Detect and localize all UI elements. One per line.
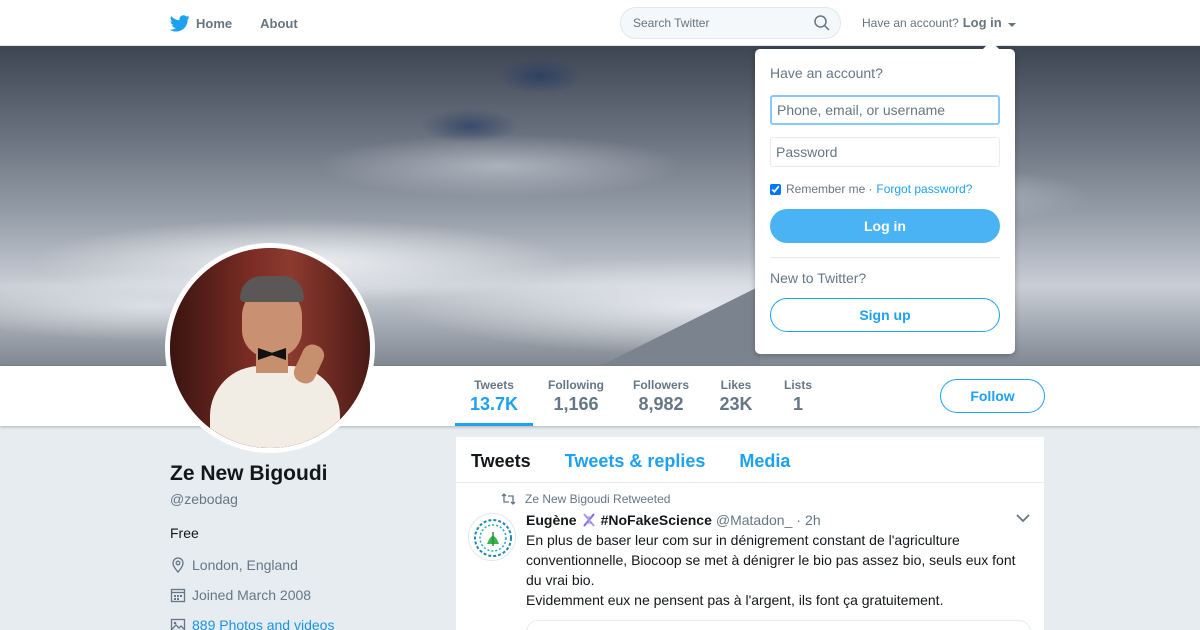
profile-handle[interactable]: @zebodag <box>170 491 440 507</box>
search-box <box>620 7 841 39</box>
login-button[interactable]: Log in <box>770 209 1000 243</box>
stat-tweets-value: 13.7K <box>469 394 519 414</box>
nav-about-label: About <box>260 15 298 31</box>
remember-me-label[interactable]: Remember me <box>786 182 865 196</box>
caret-down-icon <box>1008 23 1017 27</box>
calendar-icon <box>170 588 186 603</box>
dna-logo-icon <box>474 519 512 557</box>
tweet-text: En plus de baser leur com sur in dénigre… <box>526 530 1031 610</box>
stat-followers-label: Followers <box>632 378 689 392</box>
account-area: Have an account? Log in <box>862 15 1017 30</box>
stat-following[interactable]: Following 1,166 <box>545 366 607 426</box>
tab-tweets-replies[interactable]: Tweets & replies <box>565 437 706 482</box>
follow-button[interactable]: Follow <box>940 379 1045 413</box>
photos-videos-link[interactable]: 889 Photos and videos <box>192 617 334 630</box>
tab-media[interactable]: Media <box>739 437 790 482</box>
stat-lists[interactable]: Lists 1 <box>780 366 816 426</box>
login-dropdown-toggle[interactable]: Log in <box>963 15 1017 30</box>
username-field[interactable] <box>770 95 1000 125</box>
profile-photos: 889 Photos and videos <box>170 617 440 630</box>
tweet-quote-card[interactable] <box>526 620 1031 630</box>
stat-likes-label: Likes <box>720 378 752 392</box>
tweet-author-hashtag[interactable]: #NoFakeScience <box>601 512 712 528</box>
tweet-header: Eugène #NoFakeScience @Matadon_ · 2h <box>526 512 1029 528</box>
search-icon[interactable] <box>814 15 830 31</box>
tweet-dot-separator: · <box>796 512 802 528</box>
tweet-item[interactable]: Ze New Bigoudi Retweeted Eugène #NoFakeS… <box>456 483 1044 630</box>
profile-avatar[interactable] <box>165 243 375 453</box>
profile-joined: Joined March 2008 <box>170 587 440 603</box>
stat-lists-value: 1 <box>792 394 803 414</box>
stat-following-value: 1,166 <box>553 394 599 414</box>
new-to-twitter-prompt: New to Twitter? <box>770 270 867 286</box>
stat-likes-value: 23K <box>719 394 753 414</box>
stat-followers-value: 8,982 <box>638 394 684 414</box>
remember-separator: · <box>868 182 873 196</box>
forgot-password-link[interactable]: Forgot password? <box>876 182 972 196</box>
timeline-tabs: Tweets Tweets & replies Media <box>456 437 1044 483</box>
chevron-down-icon[interactable] <box>1016 513 1030 523</box>
retweet-context-text[interactable]: Ze New Bigoudi Retweeted <box>525 492 670 506</box>
retweet-icon <box>501 493 516 505</box>
photo-icon <box>170 618 186 630</box>
joined-text: Joined March 2008 <box>192 587 312 603</box>
avatar-suit <box>210 366 340 448</box>
stat-following-label: Following <box>548 378 604 392</box>
nav-left-group: Home About <box>170 0 326 46</box>
top-navigation-bar: Home About Have an account? Log in <box>0 0 1200 46</box>
stat-tweets[interactable]: Tweets 13.7K <box>455 366 533 426</box>
tweet-author-handle[interactable]: @Matadon_ <box>716 512 792 528</box>
stat-likes[interactable]: Likes 23K <box>716 366 756 426</box>
timeline: Tweets Tweets & replies Media Ze New Big… <box>456 437 1044 630</box>
nav-about[interactable]: About <box>260 0 298 46</box>
tweet-text-line-2: Evidemment eux ne pensent pas à l'argent… <box>526 592 944 608</box>
account-prompt: Have an account? <box>862 15 959 30</box>
profile-name[interactable]: Ze New Bigoudi <box>170 462 440 486</box>
profile-location: London, England <box>170 557 440 573</box>
avatar-hair <box>240 276 304 302</box>
location-pin-icon <box>172 557 184 573</box>
login-dropdown-title: Have an account? <box>770 65 883 81</box>
signup-button[interactable]: Sign up <box>770 298 1000 332</box>
password-field[interactable] <box>770 137 1000 167</box>
stat-tweets-label: Tweets <box>474 378 514 392</box>
remember-row: Remember me · Forgot password? <box>770 182 1000 196</box>
location-text: London, England <box>192 557 298 573</box>
stat-followers[interactable]: Followers 8,982 <box>630 366 692 426</box>
retweet-context: Ze New Bigoudi Retweeted <box>501 491 1029 507</box>
dna-icon <box>582 513 595 527</box>
tweet-timestamp[interactable]: 2h <box>805 512 821 528</box>
remember-me-checkbox[interactable] <box>770 183 781 195</box>
airplane-wing-image <box>600 286 760 366</box>
login-link-label: Log in <box>962 15 1002 30</box>
nav-home[interactable]: Home <box>170 0 232 46</box>
tweet-author-avatar[interactable] <box>468 513 516 561</box>
tab-tweets[interactable]: Tweets <box>471 437 531 482</box>
tweet-author-name[interactable]: Eugène <box>526 512 577 528</box>
twitter-bird-icon <box>170 14 190 31</box>
profile-bio: Free <box>170 525 199 541</box>
search-input[interactable] <box>621 8 806 38</box>
login-dropdown: Have an account? Remember me · Forgot pa… <box>755 41 1015 354</box>
stat-lists-label: Lists <box>783 378 812 392</box>
dropdown-divider <box>770 257 1000 258</box>
nav-home-label: Home <box>196 15 233 31</box>
tweet-text-line-1: En plus de baser leur com sur in dénigre… <box>526 532 1016 588</box>
profile-info: Ze New Bigoudi @zebodag Free London, Eng… <box>170 462 440 630</box>
